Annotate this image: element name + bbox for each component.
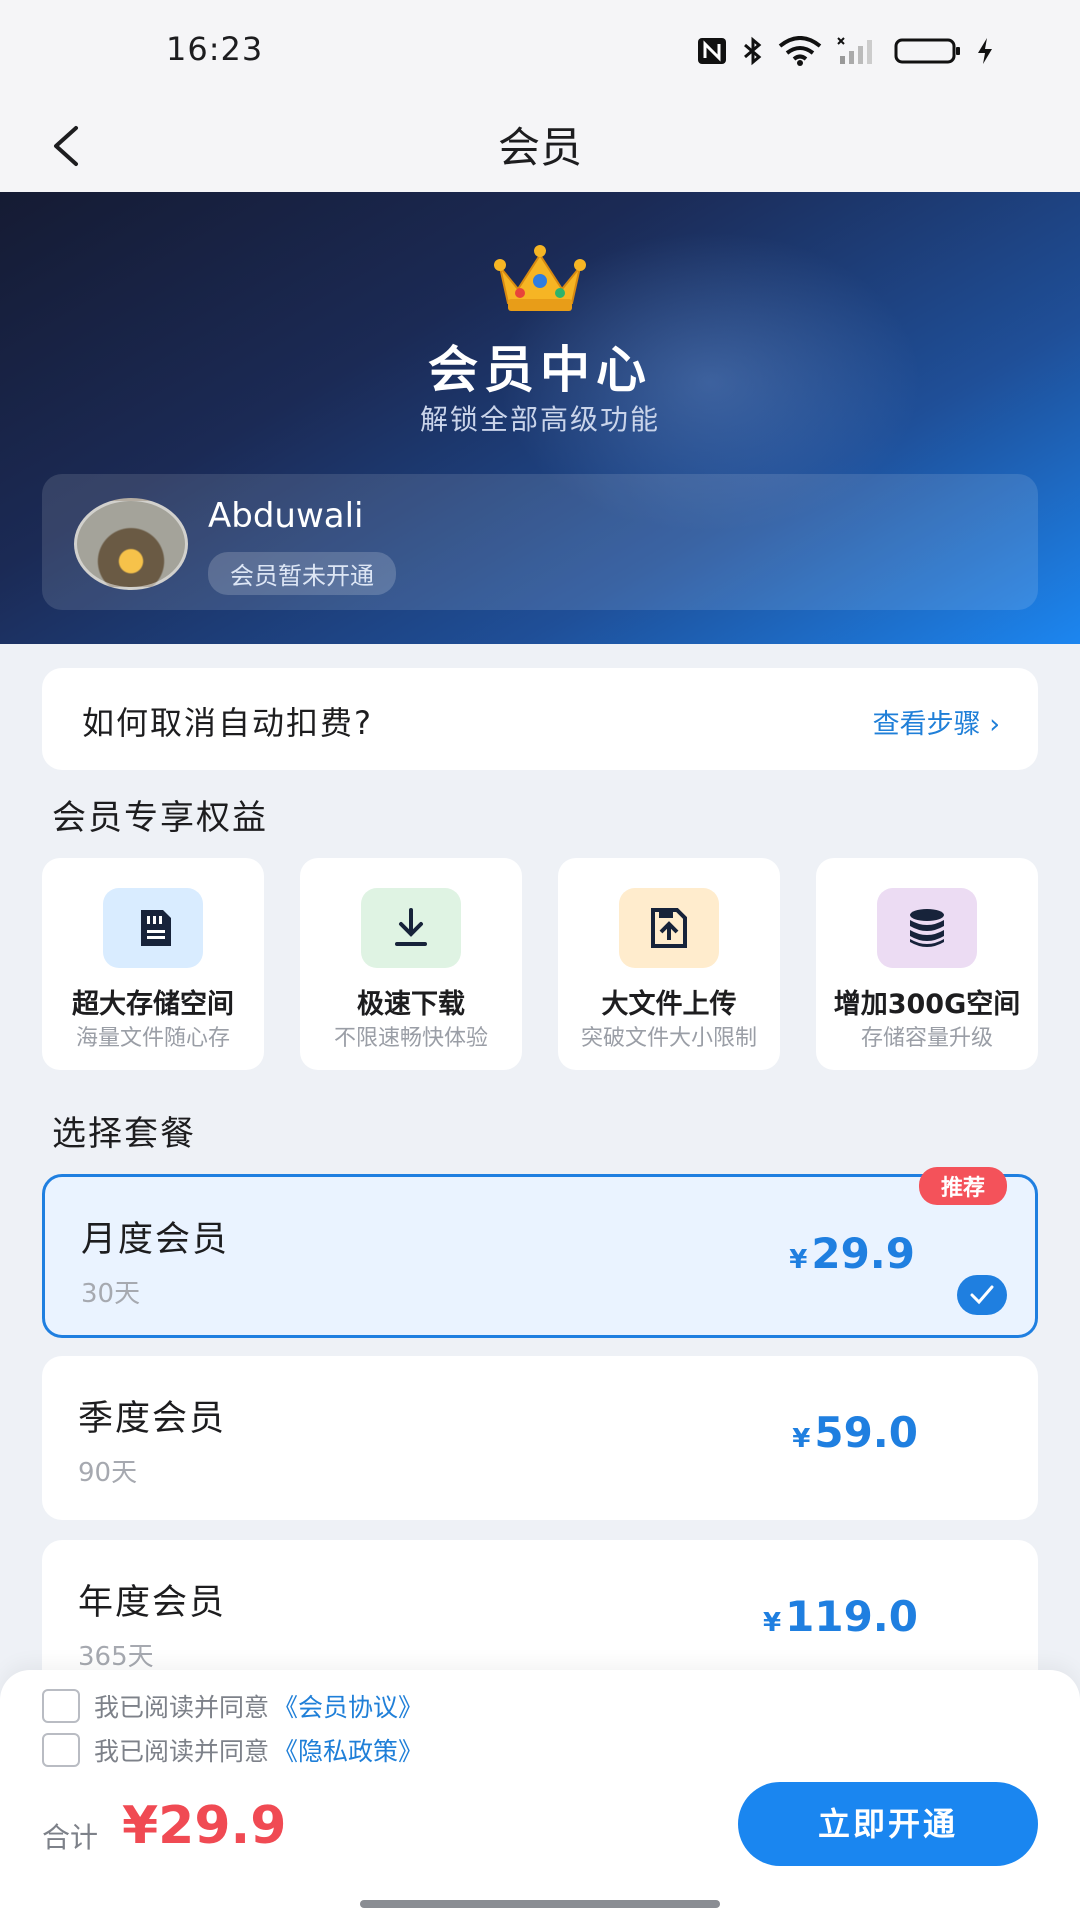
download-icon bbox=[395, 908, 427, 946]
benefits-section-title: 会员专享权益 bbox=[52, 798, 268, 838]
charging-icon bbox=[978, 38, 992, 64]
sd-card-icon bbox=[141, 910, 171, 946]
plan-price: ¥59.0 bbox=[792, 1408, 918, 1457]
status-bar: 16:23 bbox=[0, 0, 1080, 100]
benefit-subtitle: 存储容量升级 bbox=[860, 1026, 993, 1051]
hero-title: 会员中心 bbox=[428, 341, 652, 399]
total-label: 合计 bbox=[42, 1821, 99, 1854]
benefit-icon-bg bbox=[103, 888, 203, 968]
home-indicator[interactable] bbox=[360, 1900, 720, 1908]
benefit-title: 超大存储空间 bbox=[72, 989, 234, 1020]
plan-name: 月度会员 bbox=[81, 1220, 230, 1260]
plan-name: 年度会员 bbox=[78, 1583, 227, 1623]
currency-symbol: ¥ bbox=[789, 1245, 808, 1275]
hero-subtitle: 解锁全部高级功能 bbox=[419, 403, 660, 436]
status-icons bbox=[696, 36, 994, 66]
nfc-icon bbox=[698, 38, 726, 64]
battery-icon bbox=[894, 38, 960, 64]
benefit-subtitle: 突破文件大小限制 bbox=[580, 1026, 757, 1051]
member-agreement-link[interactable]: 《会员协议》 bbox=[273, 1688, 423, 1724]
bluetooth-icon bbox=[744, 36, 762, 66]
upload-file-icon bbox=[651, 908, 687, 948]
checkmark-icon bbox=[970, 1285, 994, 1305]
cancel-autopay-question: 如何取消自动扣费? bbox=[82, 704, 373, 742]
status-time: 16:23 bbox=[166, 30, 264, 68]
membership-status-badge: 会员暂未开通 bbox=[208, 552, 396, 595]
benefit-icon-bg bbox=[361, 888, 461, 968]
agreement-text: 我已阅读并同意 bbox=[94, 1693, 270, 1722]
member-hero: 会员中心 解锁全部高级功能 Abduwali 会员暂未开通 bbox=[0, 192, 1080, 644]
total-amount: ¥29.9 bbox=[122, 1796, 287, 1856]
plan-duration: 90天 bbox=[78, 1458, 138, 1488]
agreement-text: 我已阅读并同意 bbox=[94, 1737, 270, 1766]
database-icon bbox=[910, 909, 944, 947]
crown-icon bbox=[494, 245, 586, 311]
currency-symbol: ¥ bbox=[763, 1608, 782, 1638]
benefit-subtitle: 不限速畅快体验 bbox=[333, 1026, 488, 1051]
agreement-checkbox[interactable] bbox=[42, 1733, 80, 1767]
plan-duration: 30天 bbox=[81, 1279, 141, 1309]
benefit-title: 增加300G空间 bbox=[833, 989, 1021, 1020]
signal-icon bbox=[837, 37, 872, 64]
benefit-storage: 超大存储空间 海量文件随心存 bbox=[42, 858, 264, 1070]
checkout-bar: 我已阅读并同意 《会员协议》 我已阅读并同意 《隐私政策》 合计 ¥29.9 立… bbox=[0, 1670, 1080, 1920]
privacy-policy-link[interactable]: 《隐私政策》 bbox=[273, 1732, 423, 1768]
plan-name: 季度会员 bbox=[78, 1399, 227, 1439]
cancel-autopay-card[interactable]: 如何取消自动扣费? 查看步骤 › bbox=[42, 668, 1038, 770]
plan-price: ¥29.9 bbox=[789, 1229, 915, 1278]
view-steps-link[interactable]: 查看步骤 › bbox=[873, 702, 1000, 741]
agreement-member[interactable]: 我已阅读并同意 《会员协议》 bbox=[42, 1688, 423, 1724]
nav-bar: 会员 bbox=[0, 100, 1080, 192]
avatar bbox=[74, 498, 188, 590]
benefit-extra-space: 增加300G空间 存储容量升级 bbox=[816, 858, 1038, 1070]
recommended-badge: 推荐 bbox=[918, 1167, 1007, 1205]
benefit-subtitle: 海量文件随心存 bbox=[75, 1026, 230, 1051]
selected-check bbox=[957, 1275, 1007, 1315]
wifi-icon bbox=[778, 36, 822, 66]
agreement-checkbox[interactable] bbox=[42, 1689, 80, 1723]
benefit-icon-bg bbox=[877, 888, 977, 968]
benefit-icon-bg bbox=[619, 888, 719, 968]
plan-price: ¥119.0 bbox=[763, 1592, 918, 1641]
currency-symbol: ¥ bbox=[792, 1424, 811, 1454]
price-value: 29.9 bbox=[811, 1229, 915, 1278]
plan-monthly[interactable]: 月度会员 30天 ¥29.9 推荐 bbox=[42, 1167, 1038, 1338]
activate-now-button[interactable]: 立即开通 bbox=[738, 1782, 1038, 1866]
page-title: 会员 bbox=[497, 123, 582, 172]
agreement-privacy[interactable]: 我已阅读并同意 《隐私政策》 bbox=[42, 1732, 423, 1768]
benefit-download: 极速下载 不限速畅快体验 bbox=[300, 858, 522, 1070]
plan-quarterly[interactable]: 季度会员 90天 ¥59.0 bbox=[42, 1356, 1038, 1520]
benefit-title: 极速下载 bbox=[357, 989, 465, 1020]
plan-duration: 365天 bbox=[78, 1642, 154, 1672]
price-value: 119.0 bbox=[785, 1592, 918, 1641]
benefit-upload: 大文件上传 突破文件大小限制 bbox=[558, 858, 780, 1070]
user-card: Abduwali 会员暂未开通 bbox=[42, 474, 1038, 610]
price-value: 59.0 bbox=[814, 1408, 918, 1457]
plans-section-title: 选择套餐 bbox=[52, 1114, 196, 1154]
benefit-title: 大文件上传 bbox=[601, 989, 737, 1020]
username: Abduwali bbox=[208, 496, 364, 536]
